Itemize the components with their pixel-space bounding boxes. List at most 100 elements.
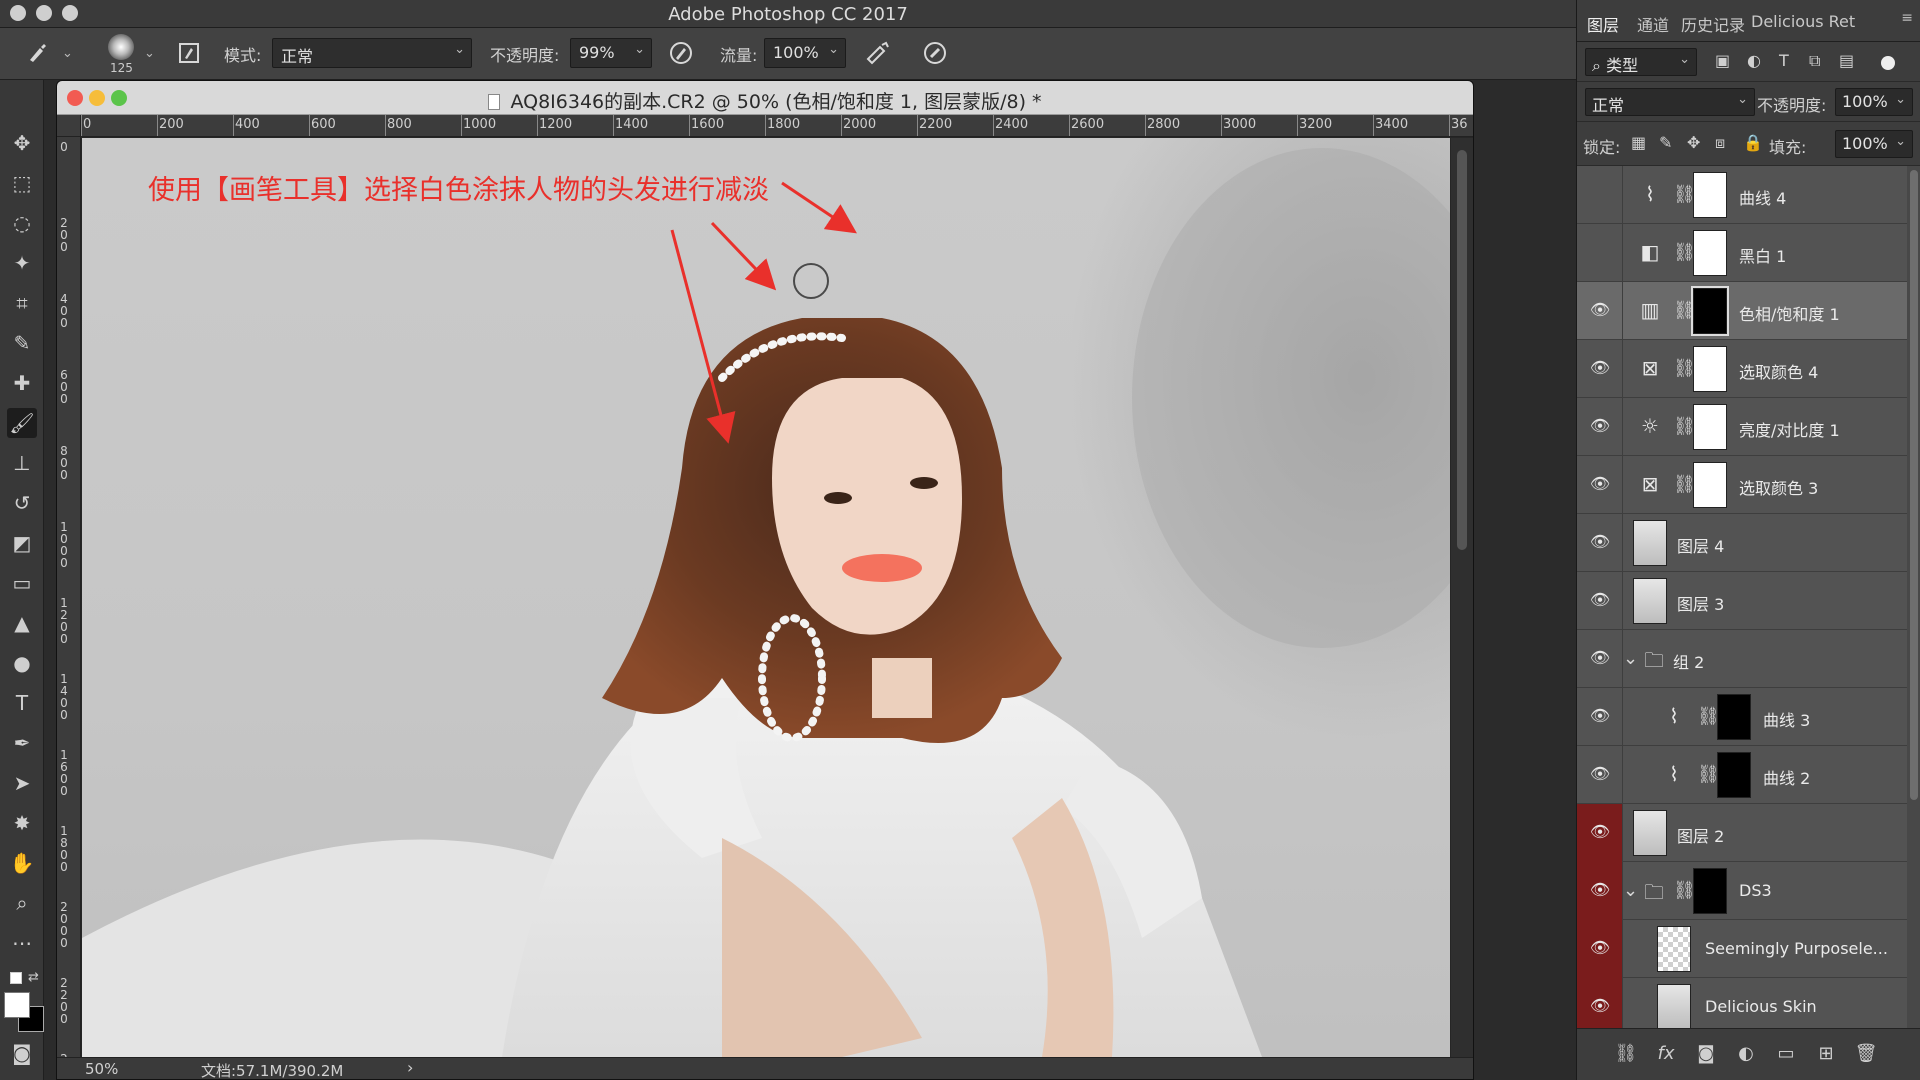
eyedropper-tool-icon[interactable]: ✎ [7, 328, 37, 358]
layer-row[interactable]: 👁 图层 2 [1577, 804, 1907, 862]
opacity-input[interactable]: 99% ⌄ [570, 38, 652, 68]
new-adjustment-layer-icon[interactable]: ◐ [1733, 1043, 1759, 1069]
ruler-origin[interactable] [57, 115, 81, 137]
layer-thumbnail[interactable] [1657, 984, 1691, 1028]
fill-input[interactable]: 100% ⌄ [1835, 130, 1913, 158]
delete-layer-icon[interactable]: 🗑 [1853, 1043, 1879, 1069]
layer-name[interactable]: 亮度/对比度 1 [1739, 417, 1840, 441]
foreground-color-swatch[interactable] [4, 992, 30, 1018]
panel-menu-icon[interactable]: ≡ [1901, 10, 1913, 26]
filter-smart-object-icon[interactable]: ▤ [1839, 51, 1854, 70]
layer-style-icon[interactable]: fx [1653, 1043, 1679, 1069]
layer-thumbnail[interactable] [1633, 578, 1667, 624]
filter-adjustment-icon[interactable]: ◐ [1747, 51, 1761, 70]
airbrush-icon[interactable] [862, 38, 892, 68]
dodge-tool-icon[interactable]: ● [7, 648, 37, 678]
layer-mask-thumbnail[interactable] [1693, 230, 1727, 276]
chevron-right-icon[interactable]: › [407, 1058, 413, 1077]
tab-delicious-retouch[interactable]: Delicious Ret [1751, 12, 1855, 31]
layer-mask-thumbnail[interactable] [1693, 404, 1727, 450]
type-tool-icon[interactable]: T [7, 688, 37, 718]
zoom-level[interactable]: 50% [85, 1060, 118, 1078]
layer-opacity-input[interactable]: 100% ⌄ [1835, 88, 1913, 116]
layer-thumbnail[interactable] [1657, 926, 1691, 972]
layer-name[interactable]: 曲线 2 [1763, 765, 1810, 789]
layer-row[interactable]: ⌇ ⛓ 曲线 4 [1577, 166, 1907, 224]
default-colors-icon[interactable] [10, 972, 22, 984]
history-brush-tool-icon[interactable]: ↺ [7, 488, 37, 518]
tab-layers[interactable]: 图层 [1587, 12, 1619, 36]
layer-row[interactable]: 👁 ⌇ ⛓ 曲线 3 [1577, 688, 1907, 746]
visibility-toggle[interactable]: 👁 [1577, 340, 1623, 398]
layer-mask-thumbnail[interactable] [1717, 752, 1751, 798]
add-mask-icon[interactable]: ◙ [1693, 1043, 1719, 1069]
move-tool-icon[interactable]: ✥ [7, 128, 37, 158]
blur-tool-icon[interactable]: ▲ [7, 608, 37, 638]
tab-channels[interactable]: 通道 [1637, 12, 1669, 36]
lock-transparent-icon[interactable]: ▦ [1631, 133, 1646, 152]
layer-thumbnail[interactable] [1633, 520, 1667, 566]
magic-wand-tool-icon[interactable]: ✦ [7, 248, 37, 278]
visibility-toggle[interactable]: 👁 [1577, 514, 1623, 572]
vertical-ruler[interactable]: 0 200 400 600 800 1000 1200 1400 1600 1800 2000 220… [57, 137, 81, 1057]
new-group-icon[interactable]: ▭ [1773, 1043, 1799, 1069]
chevron-down-icon[interactable]: ⌄ [1623, 880, 1638, 901]
chevron-down-icon[interactable]: ⌄ [1623, 648, 1638, 669]
vertical-scroll-thumb[interactable] [1457, 150, 1467, 550]
brush-preset-icon[interactable] [22, 38, 52, 68]
layer-mask-thumbnail[interactable] [1693, 172, 1727, 218]
layer-row[interactable]: 👁 ⌇ ⛓ 曲线 2 [1577, 746, 1907, 804]
layer-mask-thumbnail[interactable] [1693, 346, 1727, 392]
layer-name[interactable]: 图层 4 [1677, 533, 1724, 557]
layer-row[interactable]: 👁 图层 4 [1577, 514, 1907, 572]
quick-mask-icon[interactable]: ◙ [7, 1038, 37, 1068]
visibility-toggle[interactable]: 👁 [1577, 398, 1623, 456]
eraser-tool-icon[interactable]: ◩ [7, 528, 37, 558]
path-selection-tool-icon[interactable]: ➤ [7, 768, 37, 798]
hand-tool-icon[interactable]: ✋ [7, 848, 37, 878]
filter-pixel-icon[interactable]: ▣ [1715, 51, 1730, 70]
visibility-toggle[interactable]: 👁 [1577, 282, 1623, 340]
visibility-toggle[interactable]: 👁 [1577, 630, 1623, 688]
pressure-size-icon[interactable] [920, 38, 950, 68]
pressure-opacity-icon[interactable] [666, 38, 696, 68]
visibility-toggle[interactable]: 👁 [1577, 978, 1623, 1028]
horizontal-ruler[interactable]: 0 200 400 600 800 1000 1200 1400 1600 1800 2000 220… [81, 115, 1473, 137]
visibility-toggle[interactable]: 👁 [1577, 746, 1623, 804]
gradient-tool-icon[interactable]: ▭ [7, 568, 37, 598]
healing-brush-tool-icon[interactable]: ✚ [7, 368, 37, 398]
tab-history[interactable]: 历史记录 [1681, 12, 1745, 36]
layer-name[interactable]: Seemingly Purposele... [1705, 939, 1888, 958]
lock-artboard-icon[interactable]: ⧈ [1715, 133, 1725, 153]
layer-mask-thumbnail[interactable] [1691, 286, 1729, 336]
layer-row[interactable]: 👁 ⌄ 🗀 ⛓ DS3 [1577, 862, 1907, 920]
visibility-toggle[interactable] [1577, 224, 1623, 282]
clone-stamp-tool-icon[interactable]: ⊥ [7, 448, 37, 478]
layer-name[interactable]: Delicious Skin [1705, 997, 1817, 1016]
vertical-scrollbar[interactable] [1451, 138, 1473, 1057]
zoom-tool-icon[interactable]: ⌕ [7, 888, 37, 918]
layer-name[interactable]: 曲线 3 [1763, 707, 1810, 731]
layers-scrollbar[interactable] [1907, 166, 1920, 1028]
more-tools-icon[interactable]: ⋯ [7, 928, 37, 958]
lock-position-icon[interactable]: ✥ [1687, 133, 1700, 152]
layer-name[interactable]: DS3 [1739, 881, 1772, 900]
filter-toggle-icon[interactable] [1881, 56, 1895, 70]
visibility-toggle[interactable]: 👁 [1577, 804, 1623, 862]
swap-colors-icon[interactable]: ⇄ [28, 970, 39, 985]
layer-row[interactable]: 👁 ☼ ⛓ 亮度/对比度 1 [1577, 398, 1907, 456]
layer-name[interactable]: 黑白 1 [1739, 243, 1786, 267]
layer-row[interactable]: 👁 ⌄ 🗀 组 2 [1577, 630, 1907, 688]
layer-row[interactable]: 👁 ⊠ ⛓ 选取颜色 3 [1577, 456, 1907, 514]
layer-name[interactable]: 图层 2 [1677, 823, 1724, 847]
layer-mask-thumbnail[interactable] [1717, 694, 1751, 740]
brush-panel-icon[interactable] [174, 38, 204, 68]
blend-mode-select[interactable]: 正常 ⌄ [1585, 88, 1755, 116]
layer-filter-select[interactable]: ⌕ 类型 ⌄ [1585, 48, 1697, 76]
layer-row[interactable]: 👁 ⊠ ⛓ 选取颜色 4 [1577, 340, 1907, 398]
layer-name[interactable]: 选取颜色 4 [1739, 359, 1818, 383]
canvas[interactable]: 使用【画笔工具】选择白色涂抹人物的头发进行减淡 [82, 138, 1450, 1057]
pen-tool-icon[interactable]: ✒ [7, 728, 37, 758]
layer-name[interactable]: 曲线 4 [1739, 185, 1786, 209]
lasso-tool-icon[interactable]: ◌ [7, 208, 37, 238]
